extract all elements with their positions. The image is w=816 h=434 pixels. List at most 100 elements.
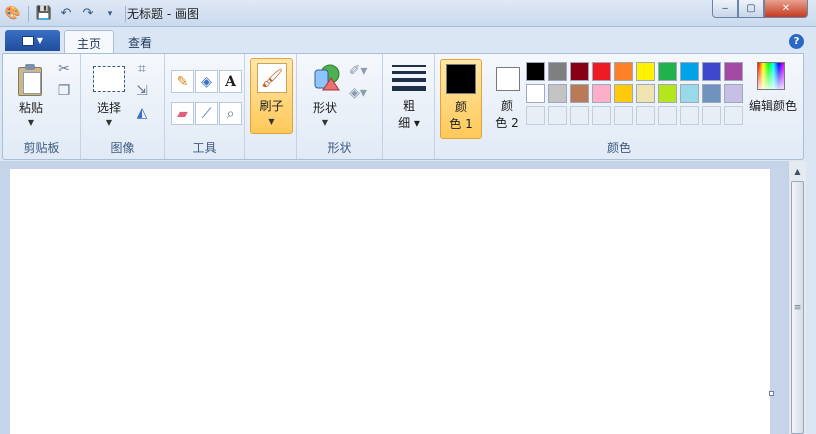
brushes-button[interactable]: 🖌 刷子 ▼ — [250, 58, 293, 134]
crop-icon[interactable]: ⌗ — [133, 60, 151, 78]
custom-color-slot[interactable] — [592, 106, 611, 125]
image-group-label: 图像 — [110, 141, 135, 155]
paint-menu-button[interactable]: ▼ — [5, 30, 60, 51]
tab-home[interactable]: 主页 — [64, 30, 115, 54]
palette-swatch[interactable] — [548, 84, 567, 103]
brush-icon: 🖌 — [257, 63, 287, 93]
pencil-icon[interactable]: ✎ — [171, 70, 194, 93]
size-group: 粗 细 ▾ — [383, 54, 435, 159]
magnifier-icon[interactable]: ⌕ — [219, 102, 242, 125]
ribbon: 粘贴 ▼ ✂ ❐ 剪贴板 选择 ▼ ⌗ ⇲ ◭ 图像 ✎ ◈ A ▰ ⟋ ⌕ 工… — [2, 53, 804, 160]
select-button[interactable]: 选择 ▼ — [89, 58, 129, 134]
select-label: 选择 — [96, 101, 121, 115]
palette-swatch[interactable] — [592, 62, 611, 81]
paint-app-icon[interactable]: 🎨 — [4, 5, 22, 23]
close-button[interactable]: ✕ — [764, 0, 808, 18]
shapes-icon — [314, 64, 340, 91]
tools-group: ✎ ◈ A ▰ ⟋ ⌕ 工具 — [165, 54, 245, 159]
scroll-up-icon[interactable]: ▲ — [789, 163, 806, 180]
custom-color-slot[interactable] — [724, 106, 743, 125]
color1-button[interactable]: 颜 色 1 — [440, 59, 482, 139]
rotate-icon[interactable]: ◭ — [133, 104, 151, 122]
edit-colors-button[interactable]: 编辑颜色 — [745, 58, 801, 118]
custom-color-slot[interactable] — [702, 106, 721, 125]
palette-swatch[interactable] — [526, 62, 545, 81]
canvas-resize-handle[interactable] — [769, 391, 774, 396]
palette-swatch[interactable] — [570, 62, 589, 81]
drawing-canvas[interactable] — [10, 169, 770, 434]
palette-swatch[interactable] — [548, 62, 567, 81]
size-label-line2: 细 ▾ — [398, 116, 420, 130]
eraser-icon[interactable]: ▰ — [171, 102, 194, 125]
palette-swatch[interactable] — [702, 62, 721, 81]
custom-color-slot[interactable] — [614, 106, 633, 125]
clipboard-group-label: 剪贴板 — [23, 141, 60, 155]
line-width-icon — [392, 65, 426, 95]
menu-document-icon — [21, 35, 34, 46]
redo-icon[interactable]: ↷ — [79, 5, 97, 23]
palette-swatch[interactable] — [570, 84, 589, 103]
undo-icon[interactable]: ↶ — [57, 5, 75, 23]
image-group: 选择 ▼ ⌗ ⇲ ◭ 图像 — [81, 54, 165, 159]
custom-color-slot[interactable] — [526, 106, 545, 125]
brushes-label: 刷子 — [259, 99, 284, 113]
chevron-down-icon: ▼ — [105, 118, 113, 127]
color1-label-line2: 色 1 — [449, 117, 473, 131]
palette-swatch[interactable] — [724, 62, 743, 81]
maximize-button[interactable]: ▢ — [738, 0, 764, 18]
palette-swatch[interactable] — [526, 84, 545, 103]
size-button[interactable]: 粗 细 ▾ — [385, 58, 433, 142]
fill-icon[interactable]: ◈ — [195, 70, 218, 93]
palette-swatch[interactable] — [614, 84, 633, 103]
color2-swatch — [496, 67, 520, 91]
chevron-down-icon: ▼ — [36, 36, 44, 45]
canvas-workspace — [0, 161, 788, 434]
shapes-button[interactable]: 形状 ▼ — [303, 58, 347, 134]
palette-swatch[interactable] — [592, 84, 611, 103]
fill-shape-icon[interactable]: ◈▾ — [349, 84, 367, 102]
customize-qat-icon[interactable]: ▾ — [101, 5, 119, 23]
palette-swatch[interactable] — [614, 62, 633, 81]
paste-button[interactable]: 粘贴 ▼ — [7, 58, 55, 134]
tab-view[interactable]: 查看 — [116, 30, 164, 54]
color2-button[interactable]: 颜 色 2 — [487, 59, 529, 139]
window-title: 无标题 - 画图 — [127, 7, 199, 21]
palette-swatch[interactable] — [680, 62, 699, 81]
color2-label-line1: 颜 — [500, 99, 513, 113]
minimize-button[interactable]: ‒ — [712, 0, 738, 18]
shapes-group-label: 形状 — [327, 141, 352, 155]
tools-group-label: 工具 — [192, 141, 217, 155]
palette-swatch[interactable] — [658, 62, 677, 81]
custom-color-slot[interactable] — [658, 106, 677, 125]
outline-icon[interactable]: ✐▾ — [349, 62, 368, 80]
resize-icon[interactable]: ⇲ — [133, 82, 151, 100]
custom-color-slot[interactable] — [570, 106, 589, 125]
custom-color-slot[interactable] — [548, 106, 567, 125]
copy-icon[interactable]: ❐ — [55, 82, 73, 100]
custom-color-slot[interactable] — [680, 106, 699, 125]
text-icon[interactable]: A — [219, 70, 242, 93]
shapes-group: 形状 ▼ ✐▾ ◈▾ 形状 — [297, 54, 383, 159]
color2-label-line2: 色 2 — [495, 116, 519, 130]
palette-swatch[interactable] — [636, 84, 655, 103]
color-palette — [526, 62, 743, 125]
save-icon[interactable]: 💾 — [35, 5, 53, 23]
scroll-thumb[interactable]: ≡ — [791, 181, 804, 434]
ribbon-tab-row: ▼ 主页 查看 ? — [0, 27, 816, 54]
palette-swatch[interactable] — [680, 84, 699, 103]
palette-swatch[interactable] — [636, 62, 655, 81]
qat-separator — [28, 5, 29, 22]
color-spectrum-icon — [757, 62, 785, 90]
color-picker-icon[interactable]: ⟋ — [195, 102, 218, 125]
colors-group-label: 颜色 — [606, 141, 631, 155]
help-icon[interactable]: ? — [789, 34, 804, 49]
vertical-scrollbar[interactable]: ▲ ≡ — [788, 161, 806, 434]
palette-swatch[interactable] — [658, 84, 677, 103]
palette-swatch[interactable] — [702, 84, 721, 103]
clipboard-group: 粘贴 ▼ ✂ ❐ 剪贴板 — [3, 54, 81, 159]
palette-swatch[interactable] — [724, 84, 743, 103]
cut-icon[interactable]: ✂ — [55, 60, 73, 78]
chevron-down-icon: ▼ — [268, 117, 275, 126]
edit-colors-label: 编辑颜色 — [748, 99, 797, 113]
custom-color-slot[interactable] — [636, 106, 655, 125]
